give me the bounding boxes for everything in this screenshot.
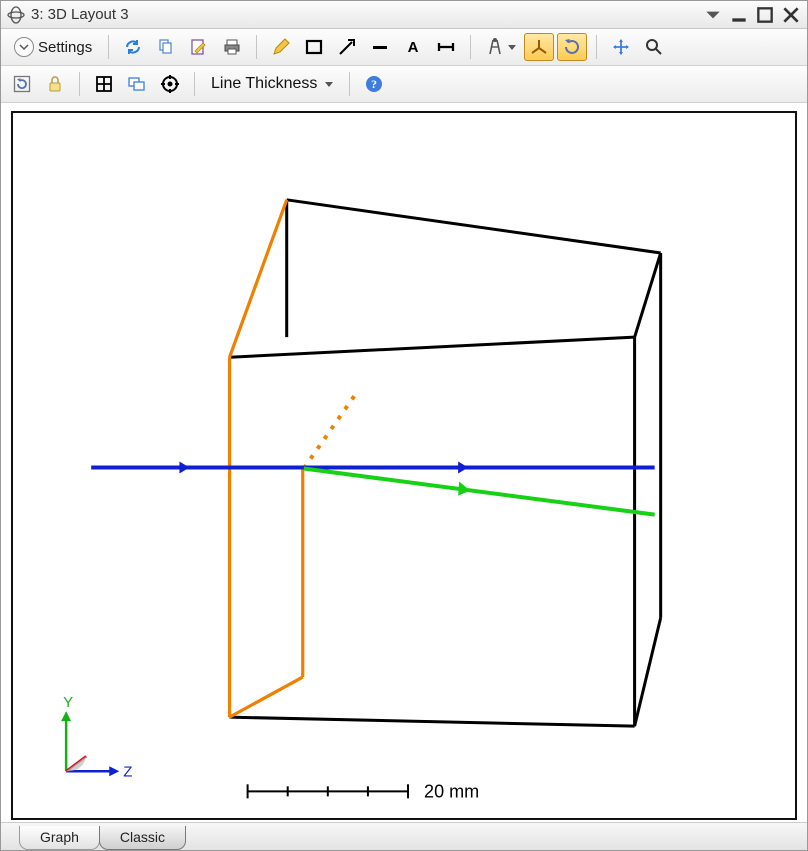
pencil-tool-button[interactable] — [266, 33, 296, 61]
window-layout-button[interactable] — [122, 70, 152, 98]
axis-triad: Y Z — [61, 694, 132, 780]
chevron-down-icon — [14, 37, 34, 57]
print-button[interactable] — [217, 33, 247, 61]
bottom-tabs: Graph Classic — [1, 822, 807, 850]
axis-z-label: Z — [123, 763, 132, 780]
line-weight-button[interactable] — [365, 33, 395, 61]
help-button[interactable]: ? — [359, 70, 389, 98]
canvas-container: Y Z 20 mm — [1, 103, 807, 822]
refracted-ray — [304, 469, 655, 515]
settings-label: Settings — [38, 39, 92, 56]
surface-normal-ray — [304, 392, 357, 468]
layout-3d-canvas[interactable]: Y Z 20 mm — [11, 111, 797, 820]
window-title: 3: 3D Layout 3 — [31, 6, 697, 23]
axis-triad-button[interactable] — [524, 33, 554, 61]
svg-text:?: ? — [371, 77, 377, 91]
target-button[interactable] — [155, 70, 185, 98]
text-tool-button[interactable]: A — [398, 33, 428, 61]
app-icon — [7, 6, 25, 24]
scale-bar: 20 mm — [248, 781, 480, 801]
close-button[interactable] — [781, 5, 801, 25]
line-thickness-label: Line Thickness — [211, 75, 317, 93]
svg-text:A: A — [408, 39, 419, 56]
cube-black-edges — [230, 200, 661, 726]
minimize-button[interactable] — [729, 5, 749, 25]
edit-page-button[interactable] — [184, 33, 214, 61]
lock-button[interactable] — [40, 70, 70, 98]
menu-dropdown-button[interactable] — [703, 5, 723, 25]
axis-y-label: Y — [63, 694, 73, 711]
titlebar: 3: 3D Layout 3 — [1, 1, 807, 29]
refresh-button[interactable] — [118, 33, 148, 61]
scene-svg: Y Z 20 mm — [13, 113, 795, 818]
maximize-button[interactable] — [755, 5, 775, 25]
zoom-button[interactable] — [639, 33, 669, 61]
pan-button[interactable] — [606, 33, 636, 61]
toolbar-row-2: Line Thickness ? — [1, 66, 807, 103]
copy-button[interactable] — [151, 33, 181, 61]
incident-ray — [91, 461, 654, 473]
scale-bar-label: 20 mm — [424, 781, 479, 801]
rotate-view-button[interactable] — [557, 33, 587, 61]
line-thickness-dropdown[interactable]: Line Thickness — [204, 72, 340, 96]
cube-front-face — [230, 200, 303, 717]
toolbar-row-1: Settings A — [1, 29, 807, 66]
app-window: 3: 3D Layout 3 Settings — [0, 0, 808, 851]
dimension-tool-button[interactable] — [431, 33, 461, 61]
tab-graph[interactable]: Graph — [19, 826, 100, 850]
settings-dropdown[interactable]: Settings — [7, 34, 99, 60]
rectangle-tool-button[interactable] — [299, 33, 329, 61]
arrow-tool-button[interactable] — [332, 33, 362, 61]
grid-toggle-button[interactable] — [89, 70, 119, 98]
reset-rotation-button[interactable] — [7, 70, 37, 98]
compass-dropdown-button[interactable] — [480, 33, 521, 61]
tab-classic[interactable]: Classic — [99, 826, 186, 850]
